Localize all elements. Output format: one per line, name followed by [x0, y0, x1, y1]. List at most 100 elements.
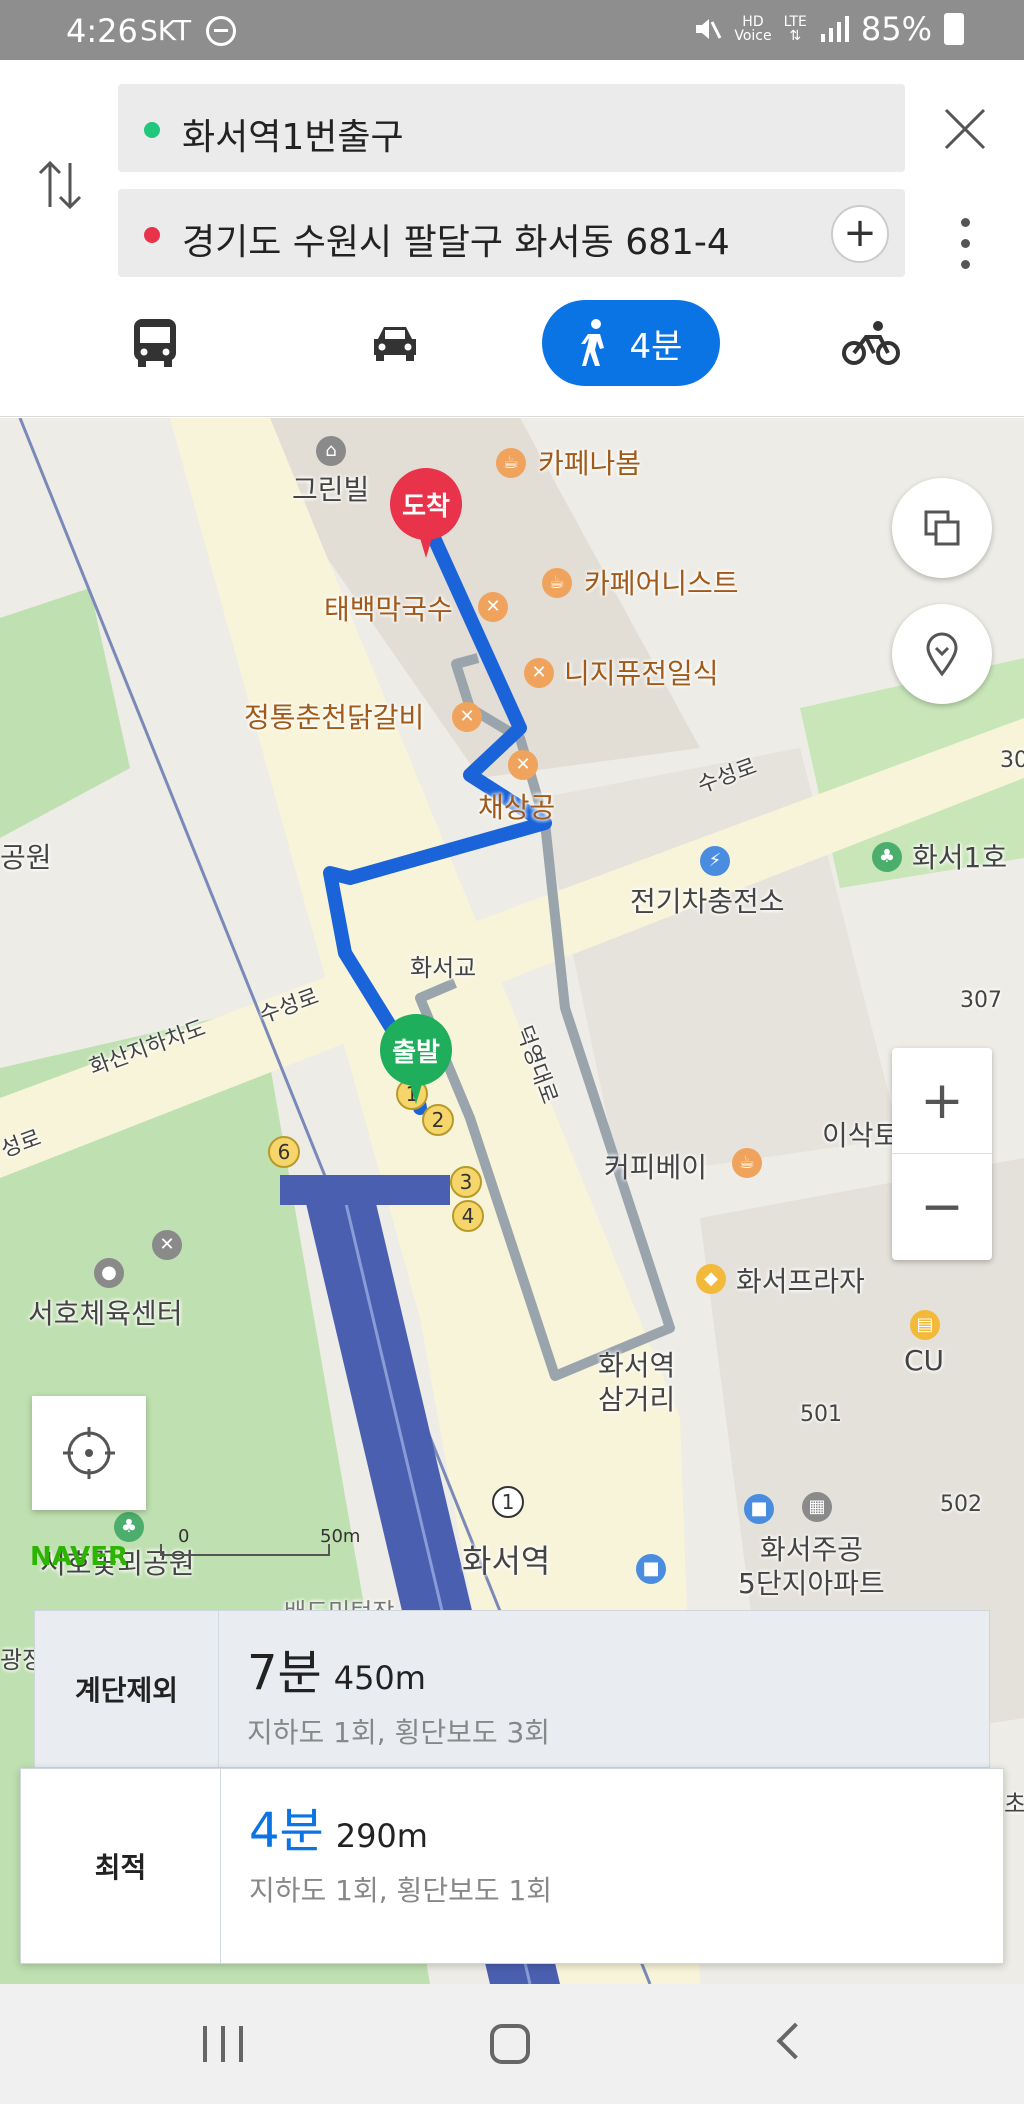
home-icon[interactable]	[490, 2024, 530, 2064]
map-label: 30	[1000, 748, 1024, 773]
bus-stop-icon: ■	[744, 1494, 774, 1524]
map-label: 커피베이	[604, 1151, 708, 1184]
route-info: 7분 450m 지하도 1회, 횡단보도 3회	[219, 1611, 550, 1767]
cafe-icon: ☕	[542, 568, 572, 598]
building-icon: ▦	[802, 1492, 832, 1522]
origin-dot-icon	[144, 122, 160, 138]
route-info: 4분 290m 지하도 1회, 횡단보도 1회	[221, 1769, 552, 1963]
transport-mode-tabs: 4분	[0, 300, 1024, 400]
more-options-icon[interactable]	[950, 210, 980, 280]
map-label: 공원	[0, 841, 52, 874]
subway-exit-2[interactable]: 2	[422, 1104, 454, 1136]
destination-dot-icon	[144, 227, 160, 243]
restaurant-icon: ✕	[152, 1230, 182, 1260]
map-label: 정통춘천닭갈비	[244, 701, 425, 734]
hd-voice-icon: HD Voice	[734, 14, 772, 44]
walk-icon	[580, 319, 604, 366]
park-icon: ♣	[872, 842, 902, 872]
route-time: 7분	[247, 1645, 322, 1701]
car-icon	[374, 327, 416, 361]
map-label: 그린빌	[292, 473, 370, 506]
map-pin-button[interactable]	[892, 604, 992, 704]
route-search-header: 화서역1번출구 경기도 수원시 팔달구 화서동 681-4 + 4분	[0, 60, 1024, 417]
swap-icon[interactable]	[36, 155, 84, 215]
map-label: 서호체육센터	[28, 1297, 183, 1330]
subway-exit-4[interactable]: 4	[452, 1200, 484, 1232]
current-location-button[interactable]	[32, 1396, 146, 1510]
origin-field[interactable]: 화서역1번출구	[118, 84, 905, 172]
map-label: 초	[1004, 1790, 1024, 1818]
bike-icon	[842, 321, 900, 365]
add-waypoint-button[interactable]: +	[831, 205, 889, 263]
naver-logo: NAVER	[30, 1542, 129, 1572]
map-label: 채상공	[478, 791, 556, 824]
map-label: CU	[904, 1344, 945, 1377]
tab-transit[interactable]	[110, 300, 200, 386]
zoom-in-button[interactable]: +	[892, 1048, 992, 1154]
route-distance: 290m	[335, 1817, 428, 1855]
status-right: HD Voice LTE ⇅ 85%	[692, 10, 964, 48]
destination-pin[interactable]: 도착	[390, 468, 462, 558]
map-label: 화서역	[462, 1542, 551, 1580]
map-scale: 0 50m	[150, 1526, 360, 1562]
cafe-icon: ☕	[496, 448, 526, 478]
close-icon[interactable]	[940, 104, 990, 154]
location-pin-icon	[926, 632, 958, 676]
restaurant-icon: ✕	[478, 592, 508, 622]
bus-stop-icon: ■	[636, 1554, 666, 1584]
route-tag: 계단제외	[35, 1611, 219, 1767]
route-detail: 지하도 1회, 횡단보도 1회	[249, 1874, 553, 1907]
subway-exit-6[interactable]: 6	[268, 1136, 300, 1168]
cafe-icon: ☕	[732, 1148, 762, 1178]
battery-percent: 85%	[860, 10, 932, 48]
bus-icon	[134, 319, 176, 367]
route-detail: 지하도 1회, 횡단보도 3회	[247, 1716, 551, 1749]
map-label: 307	[960, 988, 1002, 1013]
destination-field[interactable]: 경기도 수원시 팔달구 화서동 681-4 +	[118, 189, 905, 277]
status-carrier: SKT	[140, 14, 192, 47]
zoom-out-button[interactable]: −	[892, 1154, 992, 1260]
route-distance: 450m	[333, 1659, 426, 1697]
building-icon: ⌂	[316, 436, 346, 466]
tab-walk[interactable]: 4분	[542, 300, 720, 386]
battery-icon	[944, 13, 964, 45]
back-icon[interactable]	[776, 2022, 814, 2060]
map-label: 502	[940, 1492, 982, 1517]
map-label: 카페어니스트	[584, 567, 739, 600]
ev-charging-icon: ⚡	[700, 846, 730, 876]
status-bar: 4:26 SKT HD Voice LTE ⇅ 85%	[0, 0, 1024, 60]
map-label: 화서프라자	[736, 1265, 865, 1298]
restaurant-icon: ✕	[508, 750, 538, 780]
do-not-disturb-icon	[206, 16, 236, 46]
restaurant-icon: ✕	[452, 702, 482, 732]
map-label: 이삭토	[822, 1119, 900, 1152]
tab-car[interactable]	[350, 300, 440, 386]
destination-text: 경기도 수원시 팔달구 화서동 681-4	[182, 222, 730, 263]
map-label: 501	[800, 1402, 842, 1427]
restaurant-icon: ✕	[524, 658, 554, 688]
tab-bike[interactable]	[826, 300, 916, 386]
system-nav-bar	[0, 1984, 1024, 2104]
map-label: 카페나봄	[538, 447, 642, 480]
status-time: 4:26	[66, 12, 138, 50]
map-label: 5단지아파트	[738, 1567, 885, 1600]
layers-icon	[924, 510, 960, 546]
map-label: 화서1호	[912, 841, 1008, 874]
subway-line-icon: 1	[492, 1486, 524, 1518]
subway-exit-3[interactable]: 3	[450, 1166, 482, 1198]
map-label: 니지퓨전일식	[564, 657, 719, 690]
route-tag: 최적	[21, 1769, 221, 1963]
recent-apps-icon[interactable]	[203, 2026, 243, 2062]
route-option-optimal[interactable]: 최적 4분 290m 지하도 1회, 횡단보도 1회	[20, 1768, 1004, 1964]
shopping-icon: ◆	[696, 1264, 726, 1294]
lte-icon: LTE ⇅	[783, 14, 807, 44]
route-time: 4분	[249, 1803, 324, 1859]
map-label: 태백막국수	[324, 593, 453, 626]
crosshair-icon	[63, 1427, 115, 1479]
park-icon: ♣	[114, 1512, 144, 1542]
map-layers-button[interactable]	[892, 478, 992, 578]
map-label: 전기차충전소	[630, 885, 785, 918]
sports-center-icon: ●	[94, 1258, 124, 1288]
origin-pin[interactable]: 출발	[380, 1014, 452, 1104]
route-option-no-stairs[interactable]: 계단제외 7분 450m 지하도 1회, 횡단보도 3회	[34, 1610, 990, 1768]
